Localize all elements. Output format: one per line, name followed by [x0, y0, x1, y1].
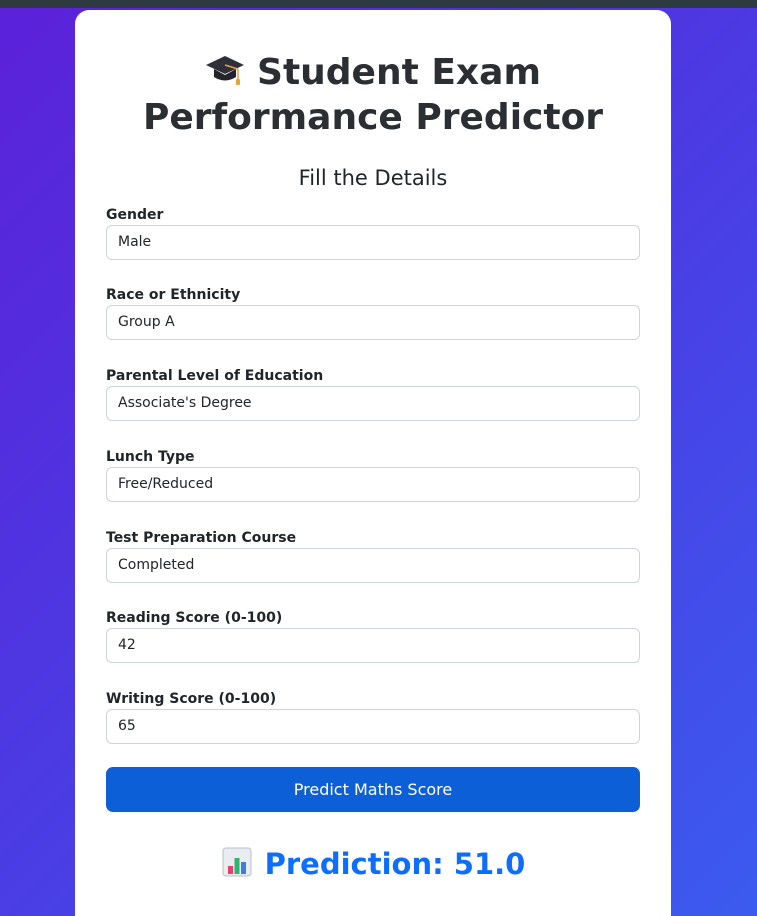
race-field-group: Race or Ethnicity Group A — [106, 285, 640, 340]
reading-score-input[interactable]: 42 — [106, 628, 640, 663]
title-line-1: Student Exam — [257, 52, 541, 93]
writing-score-input[interactable]: 65 — [106, 709, 640, 744]
race-select[interactable]: Group A — [106, 305, 640, 340]
writing-score-label: Writing Score (0-100) — [106, 691, 277, 707]
race-label: Race or Ethnicity — [106, 287, 241, 303]
graduation-cap-icon — [206, 56, 245, 85]
gender-select[interactable]: Male — [106, 225, 640, 260]
form-subtitle: Fill the Details — [298, 166, 448, 190]
browser-top-strip — [0, 0, 757, 8]
parental-education-select[interactable]: Associate's Degree — [106, 386, 640, 421]
lunch-field-group: Lunch Type Free/Reduced — [106, 447, 640, 502]
bar-chart-icon — [222, 847, 252, 877]
test-prep-label: Test Preparation Course — [106, 530, 297, 546]
lunch-label: Lunch Type — [106, 449, 195, 465]
writing-score-field-group: Writing Score (0-100) 65 — [106, 689, 640, 744]
title-line-2: Performance Predictor — [142, 97, 604, 138]
test-prep-field-group: Test Preparation Course Completed — [106, 528, 640, 583]
parental-education-field-group: Parental Level of Education Associate's … — [106, 366, 640, 421]
gender-label: Gender — [106, 207, 164, 223]
test-prep-select[interactable]: Completed — [106, 548, 640, 583]
prediction-text: Prediction: 51.0 — [264, 847, 526, 881]
reading-score-field-group: Reading Score (0-100) 42 — [106, 608, 640, 663]
predictor-card: Student Exam Performance Predictor Fill … — [75, 10, 671, 916]
lunch-select[interactable]: Free/Reduced — [106, 467, 640, 502]
page-title: Student Exam Performance Predictor — [75, 50, 671, 140]
reading-score-label: Reading Score (0-100) — [106, 610, 283, 626]
gender-field-group: Gender Male — [106, 205, 640, 260]
parental-education-label: Parental Level of Education — [106, 368, 324, 384]
predict-button[interactable]: Predict Maths Score — [106, 767, 640, 812]
prediction-result: Prediction: 51.0 — [75, 842, 671, 887]
